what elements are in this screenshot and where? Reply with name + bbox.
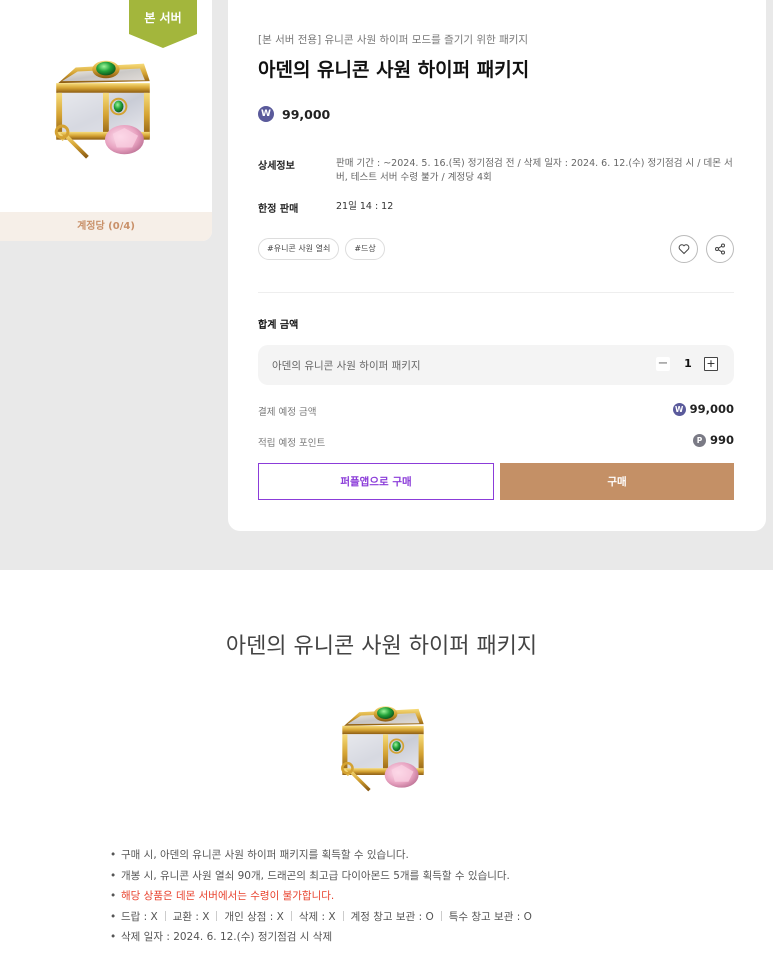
- product-title: 아덴의 유니콘 사원 하이퍼 패키지: [258, 59, 530, 81]
- tag-list: #유니콘 사원 열쇠 #드상: [258, 238, 385, 260]
- product-hero-area: 본 서버 계정당 (0/4) [본 서버 전용] 유니콘 사원 하이퍼 모드를 …: [0, 0, 773, 570]
- qty-value: 1: [684, 357, 692, 370]
- list-item: 개봉 시, 유니콘 사원 열쇠 90개, 드래곤의 최고급 다이아몬드 5개를 …: [110, 866, 532, 887]
- payment-amount-row: 결제 예정 금액 W 99,000: [258, 402, 734, 418]
- qty-plus-button[interactable]: +: [704, 357, 718, 371]
- limited-sale-label: 한정 판매: [258, 204, 299, 215]
- detail-description-list: 구매 시, 아덴의 유니콘 사원 하이퍼 패키지를 획득할 수 있습니다. 개봉…: [110, 845, 532, 948]
- product-chest-image: [54, 58, 152, 160]
- point-value: 990: [709, 433, 734, 447]
- point-coin-icon: P: [692, 433, 706, 447]
- product-thumbnail-card: 본 서버 계정당 (0/4): [0, 0, 212, 241]
- heart-icon: [678, 244, 690, 255]
- qty-item-name: 아덴의 유니콘 사원 하이퍼 패키지: [272, 360, 421, 372]
- detail-info-label: 상세정보: [258, 161, 295, 172]
- tag-unicorn-key[interactable]: #유니콘 사원 열쇠: [258, 238, 340, 260]
- buy-button[interactable]: 구매: [500, 463, 734, 500]
- list-item: 삭제 일자 : 2024. 6. 12.(수) 정기점검 시 삭제: [110, 927, 532, 948]
- list-item: 구매 시, 아덴의 유니콘 사원 하이퍼 패키지를 획득할 수 있습니다.: [110, 845, 532, 866]
- product-price: W 99,000: [258, 106, 330, 122]
- point-label: 적립 예정 포인트: [258, 438, 326, 449]
- won-coin-icon: W: [258, 106, 274, 122]
- price-value: 99,000: [282, 106, 331, 122]
- list-item-warning: 해당 상품은 데몬 서버에서는 수령이 불가합니다.: [110, 886, 532, 907]
- payment-amount-label: 결제 예정 금액: [258, 407, 317, 418]
- share-button[interactable]: [706, 235, 734, 263]
- tag-dsang[interactable]: #드상: [345, 238, 385, 260]
- point-row: 적립 예정 포인트 P 990: [258, 433, 734, 449]
- limited-sale-timer: 21일 14 : 12: [336, 201, 394, 212]
- detail-title: 아덴의 유니콘 사원 하이퍼 패키지: [225, 634, 538, 659]
- total-amount-label: 합계 금액: [258, 320, 299, 331]
- share-icon: [715, 243, 725, 255]
- payment-amount-value: 99,000: [689, 402, 734, 416]
- section-divider: [258, 292, 734, 293]
- quantity-selector: 아덴의 유니콘 사원 하이퍼 패키지 − 1 +: [258, 345, 734, 385]
- purchase-limit-label: 계정당 (0/4): [0, 212, 212, 241]
- detail-info-text: 판매 기간 : ~2024. 5. 16.(목) 정기점검 전 / 삭제 일자 …: [336, 158, 733, 183]
- like-button[interactable]: [670, 235, 698, 263]
- list-item-attributes: 드랍 : X교환 : X개인 상점 : X삭제 : X계정 창고 보관 : O특…: [110, 907, 532, 928]
- server-badge: 본 서버: [129, 0, 197, 48]
- purple-app-buy-button[interactable]: 퍼플앱으로 구매: [258, 463, 494, 500]
- qty-minus-button[interactable]: −: [656, 357, 670, 371]
- product-chest-image-large: [340, 704, 426, 792]
- purchase-panel: [본 서버 전용] 유니콘 사원 하이퍼 모드를 즐기기 위한 패키지 아덴의 …: [228, 0, 766, 531]
- won-coin-icon: W: [672, 402, 686, 416]
- product-subtitle: [본 서버 전용] 유니콘 사원 하이퍼 모드를 즐기기 위한 패키지: [258, 34, 529, 46]
